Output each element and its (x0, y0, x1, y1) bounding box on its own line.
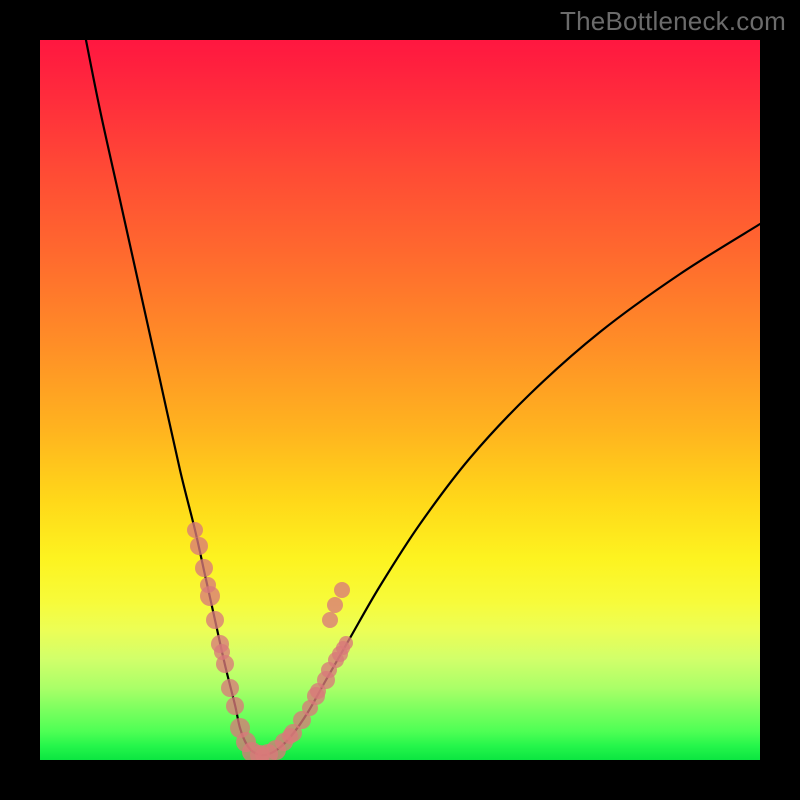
data-dot (321, 662, 337, 678)
curve-svg (40, 40, 760, 760)
data-dot (327, 597, 343, 613)
bottleneck-curve (84, 30, 760, 755)
data-dot (302, 700, 318, 716)
data-dot (226, 697, 244, 715)
data-dot (190, 537, 208, 555)
data-dots (187, 522, 353, 765)
data-dot (282, 728, 298, 744)
data-dot (322, 612, 338, 628)
data-dot (310, 683, 326, 699)
data-dot (195, 559, 213, 577)
data-dot (200, 577, 216, 593)
plot-area (40, 40, 760, 760)
data-dot (339, 636, 353, 650)
chart-frame: TheBottleneck.com (0, 0, 800, 800)
data-dot (214, 644, 230, 660)
watermark-text: TheBottleneck.com (560, 6, 786, 37)
data-dot (221, 679, 239, 697)
data-dot (206, 611, 224, 629)
data-dot (187, 522, 203, 538)
data-dot (255, 748, 269, 762)
data-dot (334, 582, 350, 598)
